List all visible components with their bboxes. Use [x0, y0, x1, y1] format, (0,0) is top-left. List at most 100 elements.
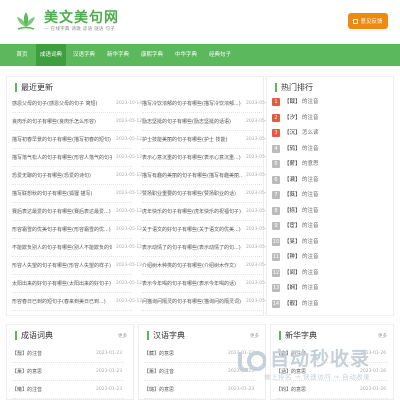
nav-item-xinhua[interactable]: 新华字典: [102, 44, 134, 66]
hot-char[interactable]: 【戬】: [284, 95, 301, 109]
hot-char[interactable]: 【濑】: [284, 173, 301, 187]
article-row[interactable]: 描写初春早景的句子有哪些(描写初春的短句) 2023-05-12: [12, 134, 142, 146]
hot-char[interactable]: 【翀】: [284, 250, 301, 264]
hot-text[interactable]: 的注音: [302, 95, 319, 109]
article-row[interactable]: 表示动情了的句子有哪些(表示动情了的句...) 2023-05-12: [142, 242, 272, 254]
article-title-link[interactable]: 形容霜雪的优美句子有哪些(形容霜雪的优...): [12, 224, 112, 236]
article-title-link[interactable]: 太阳出来的好句子有哪些(太阳出来的好句子): [12, 278, 112, 290]
hot-char[interactable]: 【靓】: [284, 297, 301, 311]
article-row[interactable]: 良肉乐的句子有哪些(良肉乐怎么形容) 2023-05-12: [12, 116, 142, 128]
hot-text[interactable]: 的意思: [302, 157, 319, 171]
nav-item-home[interactable]: 首页: [10, 44, 34, 66]
nav-item-hanyu[interactable]: 汉语字典: [68, 44, 100, 66]
article-row[interactable]: 形容春日已到的短句子(春来到美日已到...) 2023-05-12: [12, 296, 142, 308]
hot-char[interactable]: 【鸫】: [284, 142, 301, 156]
dict-word-link[interactable]: 【藏】的意思: [144, 346, 174, 362]
article-title-link[interactable]: 描写冷饮浓郁的句子有哪些(描写冷饮浓郁...): [142, 98, 242, 110]
hot-item[interactable]: 1 【戬】 的注音: [272, 95, 382, 109]
hot-item[interactable]: 13 【娴】 的注音: [272, 281, 382, 295]
hot-text[interactable]: 的注音: [302, 250, 319, 264]
article-title-link[interactable]: 良肉乐的句子有哪些(良肉乐怎么形容): [12, 116, 112, 128]
article-row[interactable]: 问猫询问隔灵的句子有哪些(猫询问的隔灵词) 2023-05-12: [142, 296, 272, 308]
article-title-link[interactable]: 感恩父母的句子(感恩父母的句子 简短): [12, 98, 112, 110]
hot-char[interactable]: 【捺】: [284, 204, 301, 218]
hot-item[interactable]: 9 【宦】 的注音: [272, 219, 382, 233]
article-title-link[interactable]: 描写联想秋的句子有哪些(狐狸 描写): [12, 188, 112, 200]
hot-item[interactable]: 6 【濑】 的注音: [272, 173, 382, 187]
nav-item-sentences[interactable]: 经典句子: [204, 44, 236, 66]
article-row[interactable]: 赞扬职业重要的句子有哪些(赞扬职业的话) 2023-05-12: [142, 188, 272, 200]
hot-item[interactable]: 4 【鸫】 的注音: [272, 142, 382, 156]
article-row[interactable]: 太阳出来的好句子有哪些(太阳出来的好句子) 2023-05-12: [12, 278, 142, 290]
article-title-link[interactable]: 赛后表达最爱的句子有哪些(赛后表达最爱...): [12, 206, 112, 218]
article-row[interactable]: 表示今年喝的句子有哪些(表示今年喝的话) 2023-05-12: [142, 278, 272, 290]
hot-char[interactable]: 【阆】: [284, 266, 301, 280]
article-title-link[interactable]: 表示动情了的句子有哪些(表示动情了的句...): [142, 242, 242, 254]
article-row[interactable]: 描写落气松人的句子有哪些(形容人落气的句子) 2023-05-12: [12, 152, 142, 164]
article-row[interactable]: 形容霜雪的优美句子有哪些(形容霜雪的优...) 2023-05-12: [12, 224, 142, 236]
hot-char[interactable]: 【娴】: [284, 281, 301, 295]
article-row[interactable]: 描写冷饮浓郁的句子有哪些(描写冷饮浓郁...) 2023-05-12: [142, 98, 272, 110]
site-title[interactable]: 美文美句网: [44, 7, 119, 27]
article-title-link[interactable]: 介绍树木种类的句子有哪些(介绍树木作文): [142, 260, 242, 272]
hot-char[interactable]: 【蕤】: [284, 188, 301, 202]
article-row[interactable]: 关于语文的好句子有哪些(关于语文的优美...) 2023-05-12: [142, 224, 272, 236]
dict-row[interactable]: 【戬】的注音 2023-01-23: [12, 346, 128, 362]
feedback-button[interactable]: 意见反馈: [348, 13, 388, 29]
hot-text[interactable]: 的注音: [302, 173, 319, 187]
article-title-link[interactable]: 关于语文的好句子有哪些(关于语文的优美...): [142, 224, 242, 236]
article-title-link[interactable]: 赞扬职业重要的句子有哪些(赞扬职业的话): [142, 188, 242, 200]
hot-item[interactable]: 11 【翀】 的注音: [272, 250, 382, 264]
nav-item-kangxi[interactable]: 康熙字典: [136, 44, 168, 66]
article-row[interactable]: 介绍树木种类的句子有哪些(介绍树木作文) 2023-05-12: [142, 260, 272, 272]
hot-char[interactable]: 【薪】: [284, 157, 301, 171]
idiom-more-link[interactable]: 更多: [118, 333, 127, 339]
article-title-link[interactable]: 护士技能美丽的句子有哪些(护士 技能): [142, 134, 242, 146]
article-title-link[interactable]: 问猫询问隔灵的句子有哪些(猫询问的隔灵词): [142, 296, 242, 308]
hot-item[interactable]: 12 【阆】 的注音: [272, 266, 382, 280]
article-title-link[interactable]: 形容春日已到的短句子(春来到美日已到...): [12, 296, 112, 308]
hot-text[interactable]: 的注音: [302, 266, 319, 280]
hot-char[interactable]: 【沉】: [284, 126, 301, 140]
dict-row[interactable]: 【薰】的意思 2023-01-23: [12, 364, 128, 380]
hot-text[interactable]: 的注音: [302, 297, 319, 311]
lotus-logo-icon[interactable]: [14, 9, 38, 33]
hot-char[interactable]: 【旻】: [284, 235, 301, 249]
article-title-link[interactable]: 不能欺负别人的句子有哪些(别人不能欺负的句子): [12, 242, 112, 254]
dict-word-link[interactable]: 【薰】的意思: [12, 364, 42, 380]
hot-text[interactable]: 的注音: [302, 204, 319, 218]
article-row[interactable]: 形容人失望的句子有哪些(形容人失望的样子) 2023-05-12: [12, 260, 142, 272]
article-row[interactable]: 不能欺负别人的句子有哪些(别人不能欺负的句子) 2023-05-12: [12, 242, 142, 254]
article-title-link[interactable]: 恐爱无聊的句子有哪些(恐爱的诗句): [12, 170, 112, 182]
hot-item[interactable]: 10 【旻】 的注音: [272, 235, 382, 249]
article-row[interactable]: 励志坚挺的句子有哪些(励志坚挺的话语) 2023-05-12: [142, 116, 272, 128]
article-row[interactable]: 虎年快乐的句子有哪些(虎年快乐的祝福句子) 2023-05-12: [142, 206, 272, 218]
article-title-link[interactable]: 描写初春早景的句子有哪些(描写初春的短句): [12, 134, 112, 146]
article-row[interactable]: 恐爱无聊的句子有哪些(恐爱的诗句) 2023-05-12: [12, 170, 142, 182]
article-title-link[interactable]: 形容人失望的句子有哪些(形容人失望的样子): [12, 260, 112, 272]
article-title-link[interactable]: 虎年快乐的句子有哪些(虎年快乐的祝福句子): [142, 206, 242, 218]
nav-item-zhonghua[interactable]: 中华字典: [170, 44, 202, 66]
hot-item[interactable]: 5 【薪】 的意思: [272, 157, 382, 171]
article-row[interactable]: 护士技能美丽的句子有哪些(护士 技能) 2023-05-12: [142, 134, 272, 146]
article-title-link[interactable]: 励志坚挺的句子有哪些(励志坚挺的话语): [142, 116, 242, 128]
xinhua-more-link[interactable]: 更多: [378, 333, 387, 339]
dict-row[interactable]: 【曦】的注音 2023-01-23: [12, 382, 128, 398]
dict-word-link[interactable]: 【曦】的注音: [12, 382, 42, 398]
hot-item[interactable]: 2 【汐】 的注音: [272, 111, 382, 125]
hanyu-more-link[interactable]: 更多: [250, 333, 259, 339]
hot-text[interactable]: 的注音: [302, 281, 319, 295]
hot-text[interactable]: 的注音: [302, 111, 319, 125]
article-title-link[interactable]: 描写有趣的美丽的句子有哪些(描写有趣美丽...): [142, 170, 242, 182]
hot-text[interactable]: 的注音: [302, 188, 319, 202]
hot-text[interactable]: 怎么读: [302, 126, 319, 140]
article-title-link[interactable]: 表示心意沉重的句子有哪些(表示心意沉重...): [142, 152, 242, 164]
hot-item[interactable]: 3 【沉】 怎么读: [272, 126, 382, 140]
nav-item-idiom[interactable]: 成语词典: [36, 44, 66, 66]
article-title-link[interactable]: 表示今年喝的句子有哪些(表示今年喝的话): [142, 278, 242, 290]
article-row[interactable]: 描写有趣的美丽的句子有哪些(描写有趣美丽...) 2023-05-12: [142, 170, 272, 182]
article-row[interactable]: 描写联想秋的句子有哪些(狐狸 描写) 2023-05-12: [12, 188, 142, 200]
article-row[interactable]: 感恩父母的句子(感恩父母的句子 简短) 2023-10-14: [12, 98, 142, 110]
hot-item[interactable]: 14 【靓】 的注音: [272, 297, 382, 311]
hot-item[interactable]: 7 【蕤】 的注音: [272, 188, 382, 202]
